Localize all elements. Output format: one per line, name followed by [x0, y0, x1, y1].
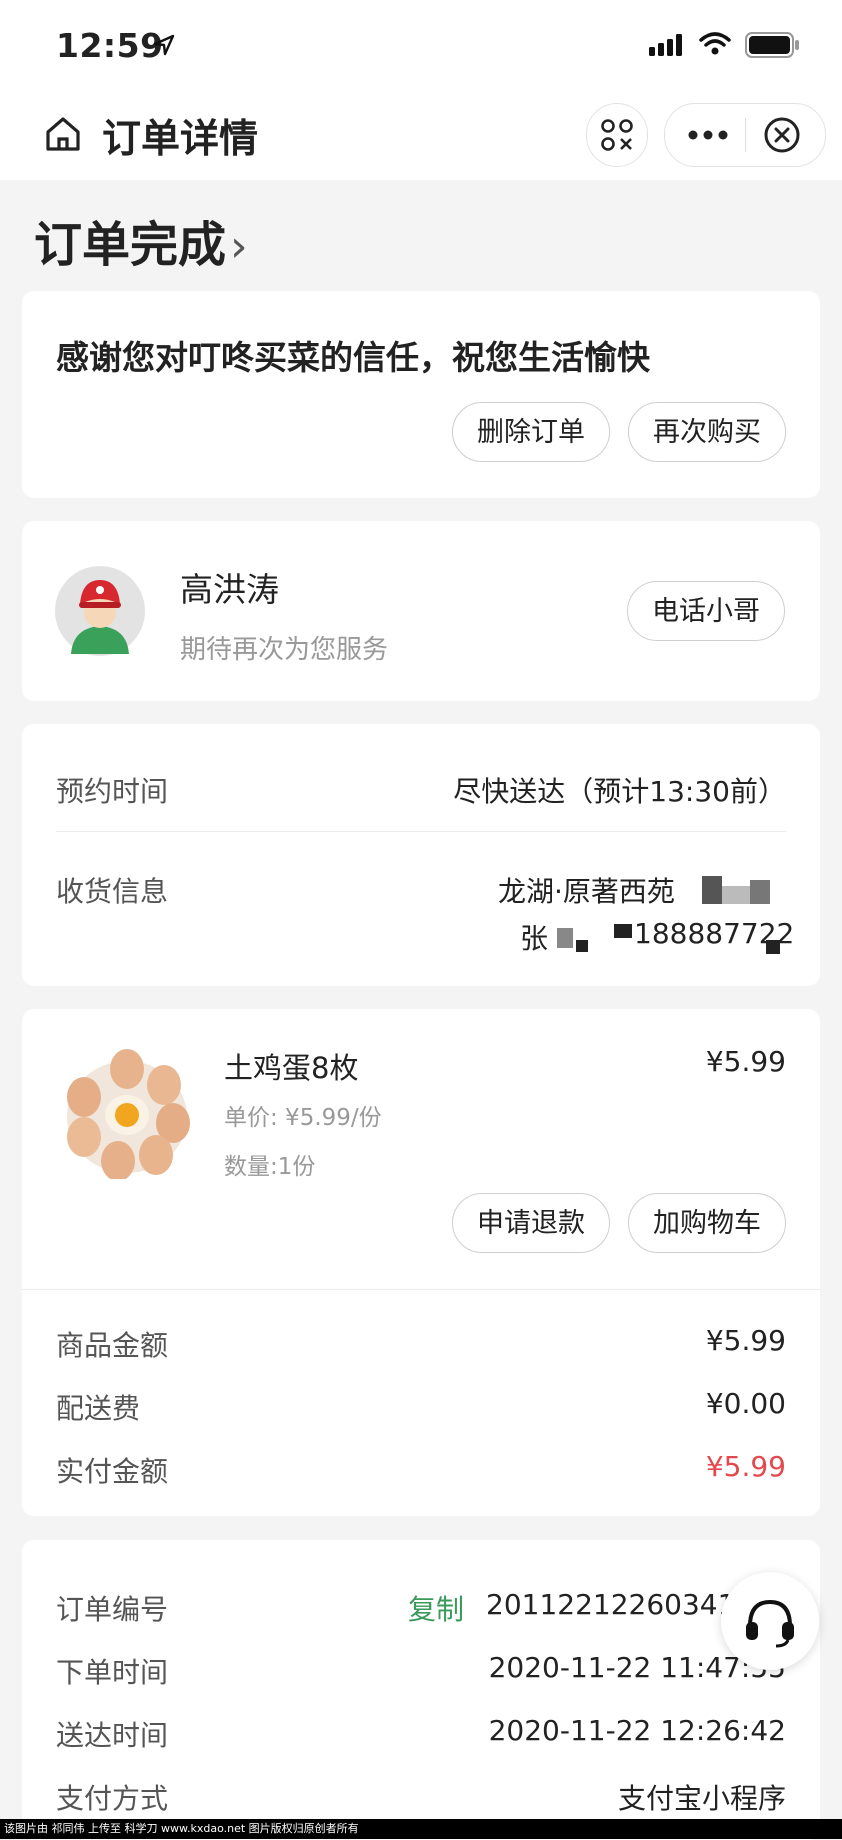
- order-status-title[interactable]: 订单完成›: [34, 205, 248, 275]
- address-line-1: 龙湖·原著西苑: [498, 870, 675, 910]
- scan-button[interactable]: [586, 103, 648, 167]
- courier-card: 高洪涛 期待再次为您服务 电话小哥: [22, 521, 820, 701]
- more-icon[interactable]: [687, 126, 729, 144]
- paid-amount-value: ¥5.99: [705, 1450, 786, 1483]
- address-text: 龙湖·原著西苑: [498, 875, 675, 908]
- pay-method-value: 支付宝小程序: [617, 1782, 786, 1815]
- rebuy-button[interactable]: 再次购买: [628, 402, 786, 462]
- courier-subtitle: 期待再次为您服务: [180, 635, 389, 665]
- thanks-card: 感谢您对叮咚买菜的信任，祝您生活愉快 删除订单 再次购买: [22, 291, 820, 498]
- refund-button[interactable]: 申请退款: [452, 1193, 610, 1253]
- goods-amount-value: ¥5.99: [705, 1324, 786, 1357]
- shipping-fee-label: 配送费: [56, 1392, 141, 1425]
- privacy-mosaic: [614, 924, 632, 938]
- privacy-mosaic: [702, 876, 722, 904]
- pay-method-label: 支付方式: [56, 1782, 169, 1815]
- privacy-mosaic: [766, 940, 780, 954]
- privacy-mosaic: [576, 940, 588, 952]
- wifi-icon: [699, 32, 731, 55]
- privacy-mosaic: [557, 928, 573, 948]
- product-card: 土鸡蛋8枚 ¥5.99 单价: ¥5.99/份 数量:1份 申请退款 加购物车 …: [22, 1009, 820, 1516]
- delivery-card: 预约时间 尽快送达（预计13:30前） 收货信息 龙湖·原著西苑 张 18888…: [22, 724, 820, 986]
- delivery-time-value: 尽快送达（预计13:30前）: [453, 775, 786, 808]
- navigation-arrow-icon: [153, 34, 175, 56]
- privacy-mosaic: [750, 880, 770, 904]
- delete-order-button[interactable]: 删除订单: [452, 402, 610, 462]
- paid-amount-label: 实付金额: [56, 1455, 169, 1488]
- battery-icon: [745, 32, 799, 58]
- signal-icon: [649, 34, 682, 56]
- order-status-text: 订单完成: [34, 217, 227, 273]
- order-time-label: 下单时间: [56, 1656, 169, 1689]
- product-quantity: 数量:1份: [224, 1154, 316, 1180]
- scan-icon: [601, 119, 633, 151]
- close-icon[interactable]: [763, 116, 801, 154]
- chevron-right-icon: ›: [230, 221, 248, 272]
- product-name[interactable]: 土鸡蛋8枚: [224, 1045, 358, 1087]
- recipient-name: 张: [520, 922, 549, 955]
- status-time: 12:59: [56, 26, 164, 65]
- arrive-time-value: 2020-11-22 12:26:42: [488, 1714, 786, 1747]
- capsule-menu: [664, 103, 826, 167]
- copy-button[interactable]: 复制: [408, 1588, 464, 1628]
- shipping-fee-value: ¥0.00: [705, 1387, 786, 1420]
- add-to-cart-button[interactable]: 加购物车: [628, 1193, 786, 1253]
- product-image[interactable]: [60, 1045, 194, 1179]
- call-courier-button[interactable]: 电话小哥: [627, 581, 785, 641]
- courier-name: 高洪涛: [180, 570, 279, 609]
- avatar: [55, 566, 145, 656]
- order-number-label: 订单编号: [56, 1593, 169, 1626]
- product-unit-price: 单价: ¥5.99/份: [224, 1105, 382, 1131]
- privacy-mosaic: [722, 886, 750, 904]
- divider: [56, 831, 786, 832]
- order-info-card: 订单编号 复制 201122122603414 下单时间 2020-11-22 …: [22, 1540, 820, 1840]
- page-title: 订单详情: [102, 117, 259, 162]
- address-line-2: 张: [520, 917, 548, 957]
- product-price: ¥5.99: [705, 1045, 786, 1078]
- watermark-bar: 该图片由 祁同伟 上传至 科学刀 www.kxdao.net 图片版权归原创者所…: [0, 1819, 842, 1839]
- thanks-message: 感谢您对叮咚买菜的信任，祝您生活愉快: [56, 338, 650, 377]
- arrive-time-label: 送达时间: [56, 1719, 169, 1752]
- address-label: 收货信息: [56, 875, 169, 908]
- goods-amount-label: 商品金额: [56, 1329, 169, 1362]
- order-number-value: 201122122603414: [486, 1588, 754, 1621]
- headset-icon: [746, 1599, 794, 1648]
- divider: [22, 1289, 820, 1290]
- delivery-time-label: 预约时间: [56, 775, 169, 808]
- customer-service-button[interactable]: [721, 1572, 819, 1670]
- home-icon[interactable]: [43, 114, 83, 154]
- capsule-divider: [745, 118, 746, 152]
